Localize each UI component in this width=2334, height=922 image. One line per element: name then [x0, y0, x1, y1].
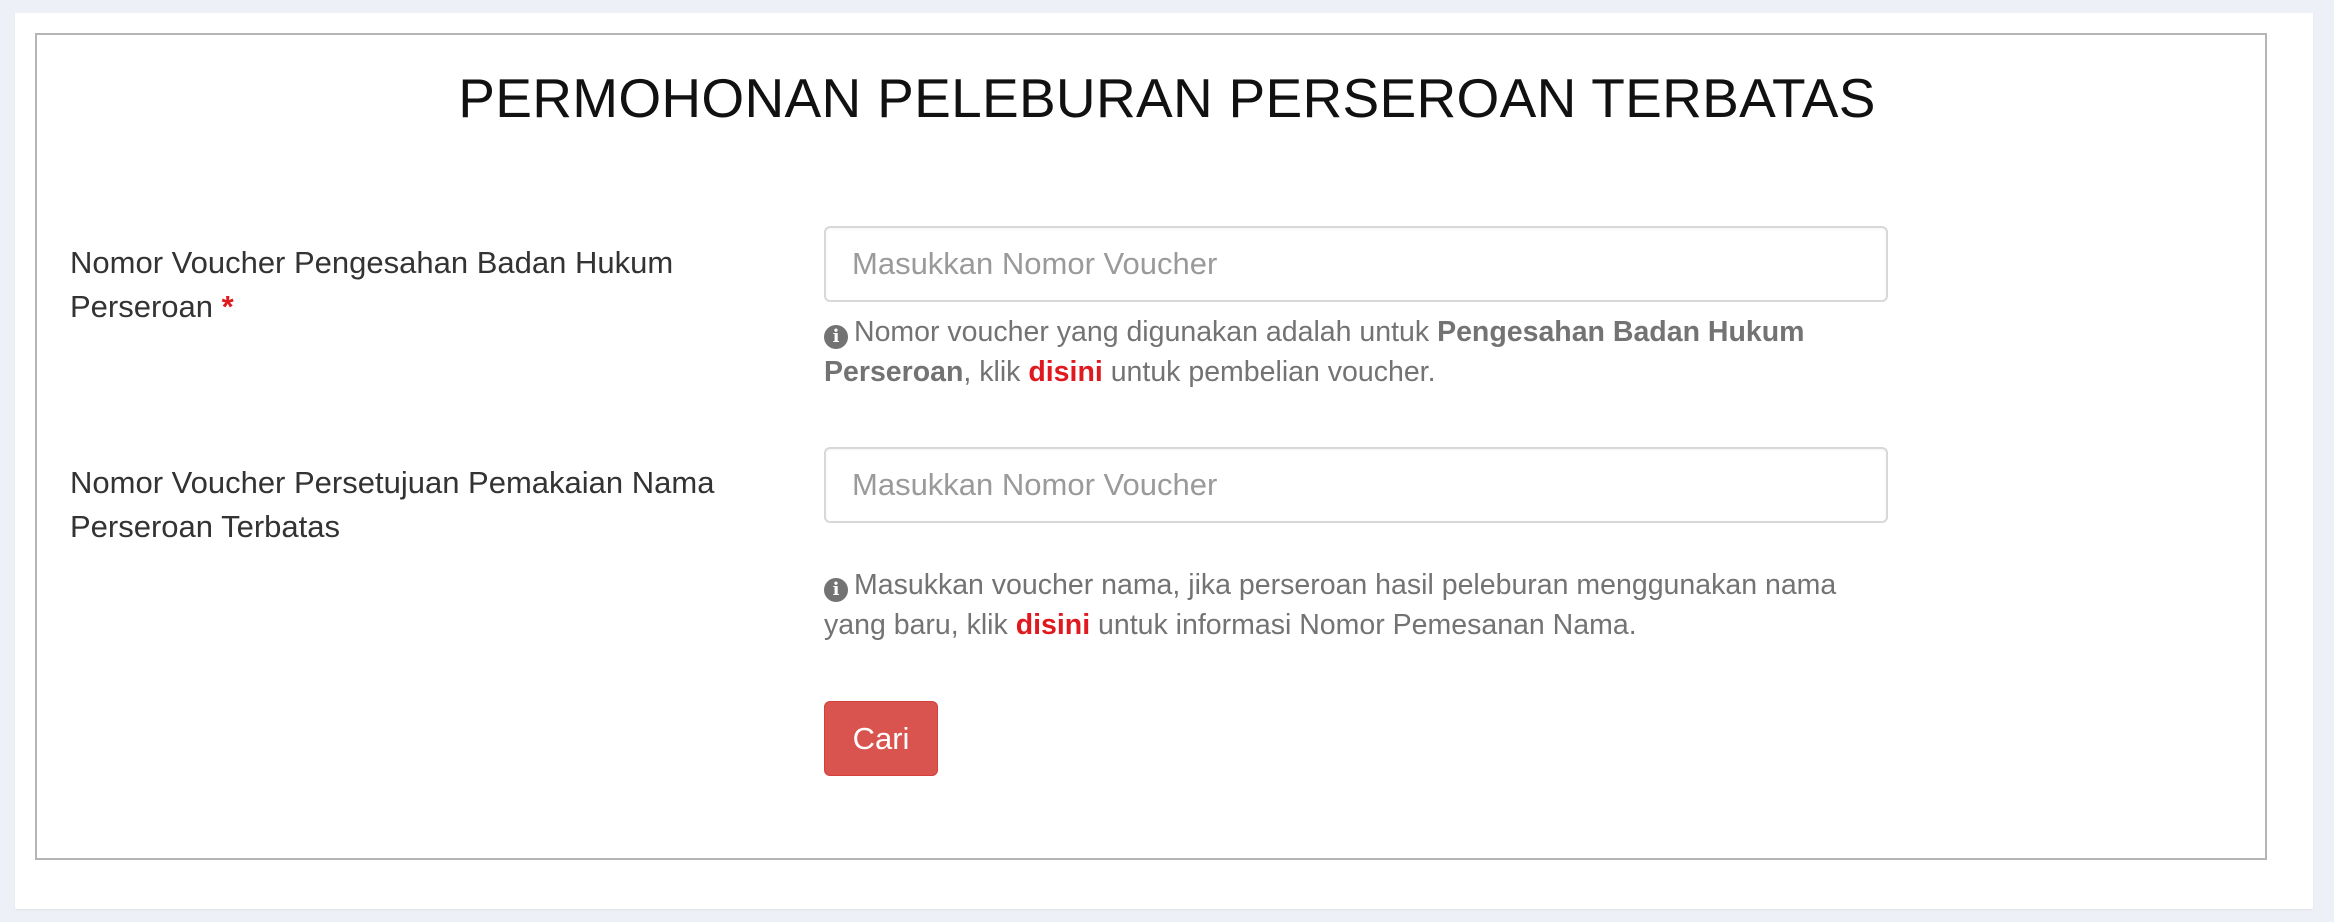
required-marker: *	[221, 289, 234, 324]
search-button[interactable]: Cari	[824, 701, 938, 776]
info-circle-icon: i	[824, 578, 848, 602]
help-text: , klik	[963, 356, 1021, 388]
page-title: PERMOHONAN PELEBURAN PERSEROAN TERBATAS	[458, 67, 1876, 129]
voucher-nama-label: Nomor Voucher Persetujuan Pemakaian Nama…	[70, 461, 750, 549]
voucher-badan-hukum-input[interactable]	[824, 226, 1888, 302]
voucher-badan-hukum-label-text: Nomor Voucher Pengesahan Badan Hukum Per…	[70, 245, 674, 324]
voucher-nama-label-text: Nomor Voucher Persetujuan Pemakaian Nama…	[70, 465, 715, 544]
disini-info-link[interactable]: disini	[1016, 609, 1090, 641]
voucher-badan-hukum-help: i Nomor voucher yang digunakan adalah unt…	[824, 312, 1888, 392]
help-text: untuk pembelian voucher.	[1110, 356, 1436, 388]
voucher-nama-input[interactable]	[824, 447, 1888, 523]
voucher-nama-help: i Masukkan voucher nama, jika perseroan h…	[824, 565, 1888, 645]
help-text: untuk informasi Nomor Pemesanan Nama.	[1098, 609, 1637, 641]
disini-purchase-link[interactable]: disini	[1028, 356, 1102, 388]
help-text: Nomor voucher yang digunakan adalah untu…	[854, 316, 1430, 348]
info-circle-icon: i	[824, 325, 848, 349]
voucher-badan-hukum-label: Nomor Voucher Pengesahan Badan Hukum Per…	[70, 241, 750, 329]
